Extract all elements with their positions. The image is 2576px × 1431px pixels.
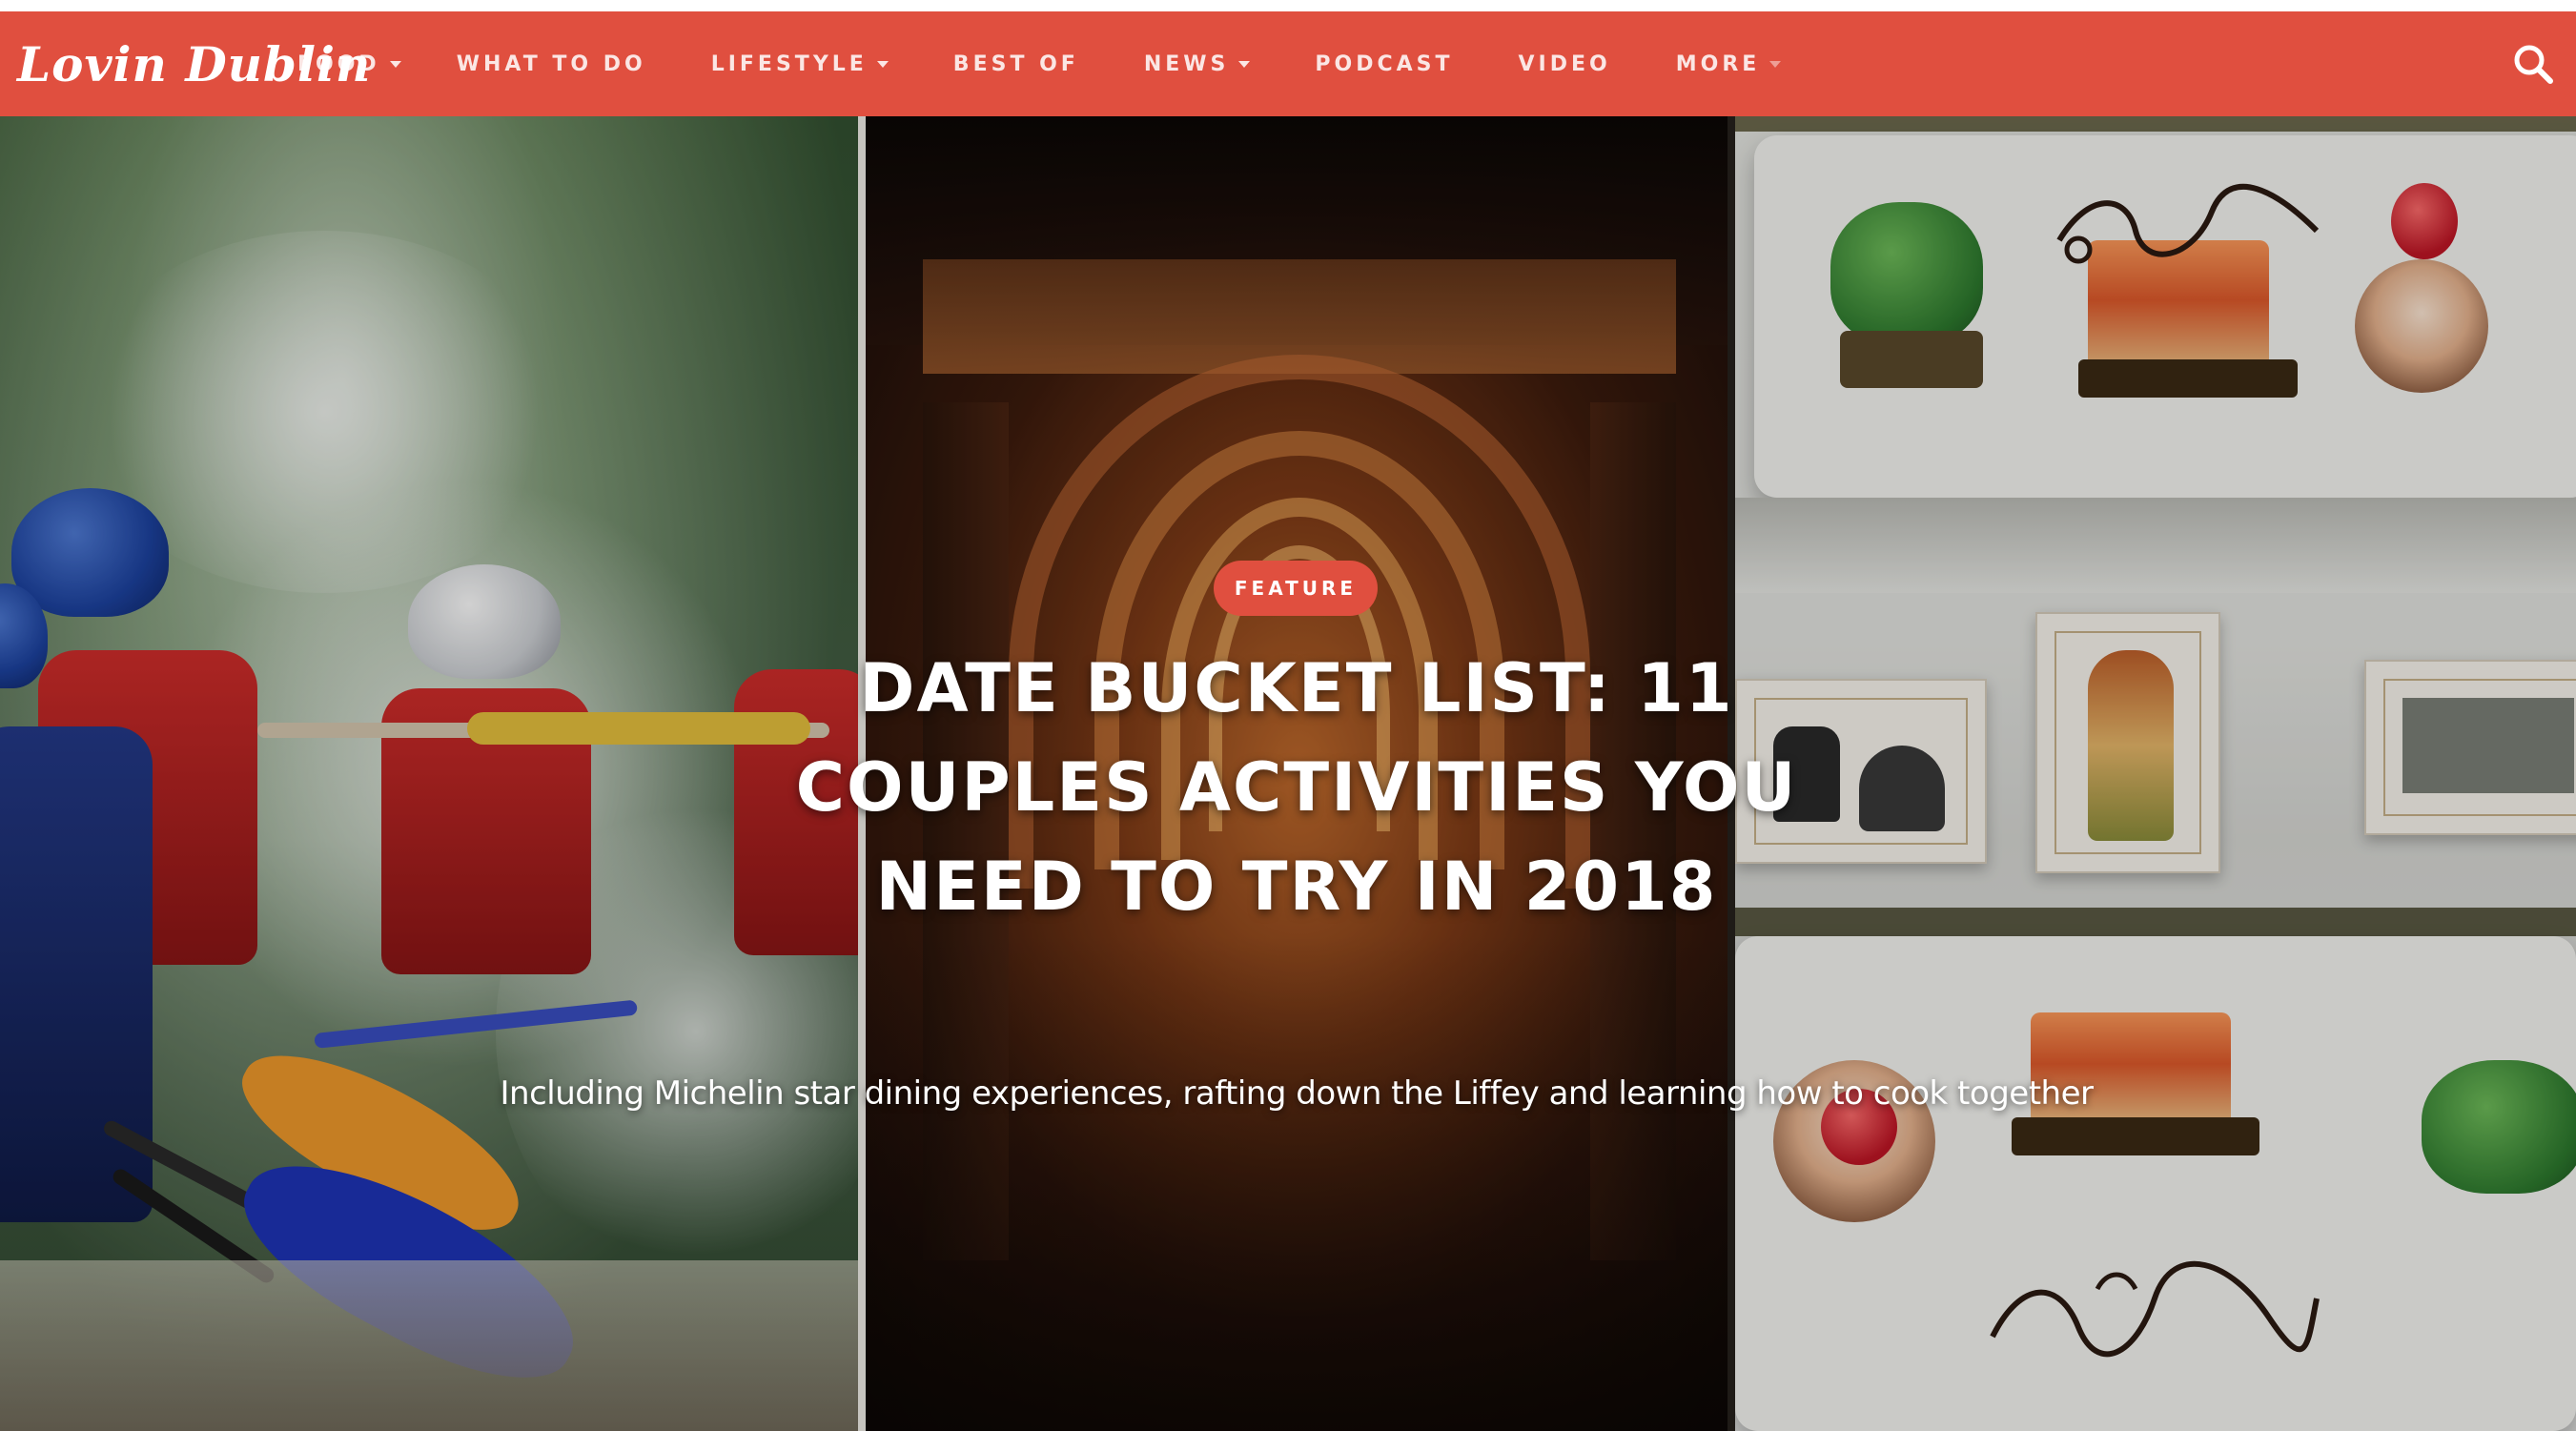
search-icon: [2514, 45, 2553, 84]
nav-item-label: FOOD: [297, 51, 380, 76]
nav-item-label: VIDEO: [1518, 51, 1611, 76]
main-navbar: Lovin Dublin FOOD WHAT TO DO LIFESTYLE B…: [0, 11, 2576, 116]
nav-item-what-to-do[interactable]: WHAT TO DO: [457, 11, 646, 116]
nav-item-food[interactable]: FOOD: [297, 11, 401, 116]
nav-item-news[interactable]: NEWS: [1144, 11, 1251, 116]
page: Lovin Dublin FOOD WHAT TO DO LIFESTYLE B…: [0, 0, 2576, 1431]
chevron-down-icon: [1238, 60, 1251, 68]
nav-item-video[interactable]: VIDEO: [1519, 11, 1611, 116]
nav-item-best-of[interactable]: BEST OF: [953, 11, 1079, 116]
nav-item-label: MORE: [1675, 51, 1761, 76]
nav-item-label: WHAT TO DO: [456, 51, 646, 76]
nav-item-podcast[interactable]: PODCAST: [1315, 11, 1453, 116]
hero-headline[interactable]: DATE BUCKET LIST: 11 COUPLES ACTIVITIES …: [725, 639, 1869, 936]
chevron-down-icon: [389, 60, 401, 68]
primary-nav: FOOD WHAT TO DO LIFESTYLE BEST OF NEWS P…: [297, 11, 1782, 116]
top-strip: [0, 0, 2576, 11]
search-button[interactable]: [2509, 40, 2557, 88]
hero-feature[interactable]: FEATURE DATE BUCKET LIST: 11 COUPLES ACT…: [0, 116, 2576, 1431]
nav-item-label: LIFESTYLE: [710, 51, 868, 76]
nav-item-label: PODCAST: [1315, 51, 1454, 76]
nav-item-label: NEWS: [1143, 51, 1230, 76]
chevron-down-icon: [876, 60, 889, 68]
feature-badge[interactable]: FEATURE: [1214, 561, 1378, 616]
hero-subheadline: Including Michelin star dining experienc…: [500, 1074, 2094, 1113]
nav-item-label: BEST OF: [952, 51, 1079, 76]
hero-content: FEATURE DATE BUCKET LIST: 11 COUPLES ACT…: [0, 116, 2576, 1431]
nav-item-more[interactable]: MORE: [1676, 11, 1782, 116]
chevron-down-icon: [1769, 60, 1782, 68]
nav-item-lifestyle[interactable]: LIFESTYLE: [711, 11, 889, 116]
